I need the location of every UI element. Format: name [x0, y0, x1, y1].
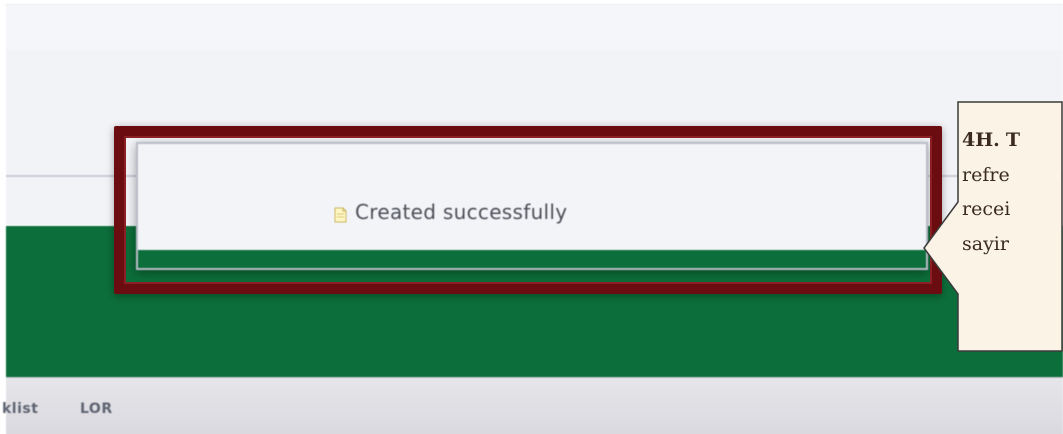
instruction-callout: 4H. T refre recei sayir [922, 100, 1063, 353]
callout-text: 4H. T refre recei sayir [962, 123, 1063, 261]
step-label: 4H. [962, 129, 1000, 151]
tutorial-screenshot: klist LOR Created successfully 4H. T ref… [0, 0, 1063, 434]
top-band [6, 4, 1063, 52]
nav-item-lor[interactable]: LOR [80, 401, 113, 417]
callout-line-1: 4H. T [962, 123, 1063, 158]
callout-line-4: sayir [962, 232, 1009, 255]
nav-bar: klist LOR [2, 377, 1063, 434]
callout-line-2: refre [962, 163, 1010, 186]
nav-item-klist[interactable]: klist [2, 401, 38, 417]
highlight-frame [114, 126, 942, 294]
callout-line-3: recei [962, 198, 1011, 220]
callout-line-1-text: T [1005, 129, 1020, 151]
